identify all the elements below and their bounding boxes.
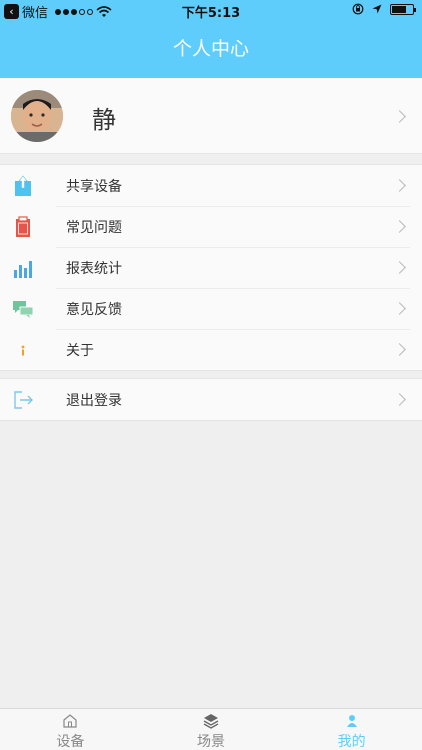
chevron-right-icon: [393, 220, 406, 233]
home-icon: [63, 714, 77, 728]
page-title: 个人中心: [172, 38, 249, 60]
profile-name: 静: [92, 106, 116, 134]
chevron-right-icon: [393, 393, 406, 406]
status-bar: ‹ 微信 下午5:13: [0, 0, 422, 21]
chevron-right-icon: [393, 343, 406, 356]
clipboard-icon: [16, 216, 30, 237]
tab-scenes[interactable]: 场景: [141, 709, 282, 750]
tab-mine[interactable]: 我的: [281, 709, 422, 750]
tab-label: 场景: [197, 734, 225, 750]
menu-group: 共享设备 常见问题 报表统计 意见反馈 关于: [0, 164, 422, 371]
profile-row[interactable]: 静: [0, 78, 422, 154]
rotation-lock-icon: [352, 3, 364, 15]
chevron-right-icon: [393, 261, 406, 274]
chevron-right-icon: [393, 179, 406, 192]
bar-chart-icon: [14, 261, 32, 278]
tab-label: 我的: [337, 734, 366, 750]
chat-bubbles-icon: [13, 301, 34, 318]
menu-item-report-stats[interactable]: 报表统计: [0, 247, 422, 288]
location-arrow-icon: [372, 4, 382, 14]
menu-item-label: 意见反馈: [66, 302, 122, 318]
menu-item-logout[interactable]: 退出登录: [0, 379, 422, 420]
info-icon: [21, 345, 25, 356]
menu-item-feedback[interactable]: 意见反馈: [0, 288, 422, 329]
menu-item-label: 关于: [66, 343, 94, 359]
avatar: [11, 90, 63, 142]
chevron-right-icon: [393, 302, 406, 315]
tab-devices[interactable]: 设备: [0, 709, 141, 750]
menu-item-label: 报表统计: [66, 261, 122, 277]
menu-item-about[interactable]: 关于: [0, 329, 422, 370]
logout-group: 退出登录: [0, 378, 422, 421]
logout-icon: [14, 391, 33, 409]
menu-item-label: 退出登录: [66, 393, 122, 409]
layers-icon: [203, 714, 219, 729]
user-icon: [346, 715, 357, 727]
tab-label: 设备: [56, 734, 85, 750]
chevron-right-icon: [393, 110, 406, 123]
battery-level: [392, 5, 406, 13]
menu-item-label: 常见问题: [66, 220, 122, 236]
battery-icon: [390, 3, 416, 15]
nav-bar: 个人中心: [0, 20, 422, 78]
tab-bar: 设备 场景 我的: [0, 708, 422, 750]
share-upload-icon: [15, 175, 31, 196]
menu-item-share-device[interactable]: 共享设备: [0, 165, 422, 206]
menu-item-label: 共享设备: [66, 179, 122, 195]
menu-item-faq[interactable]: 常见问题: [0, 206, 422, 247]
